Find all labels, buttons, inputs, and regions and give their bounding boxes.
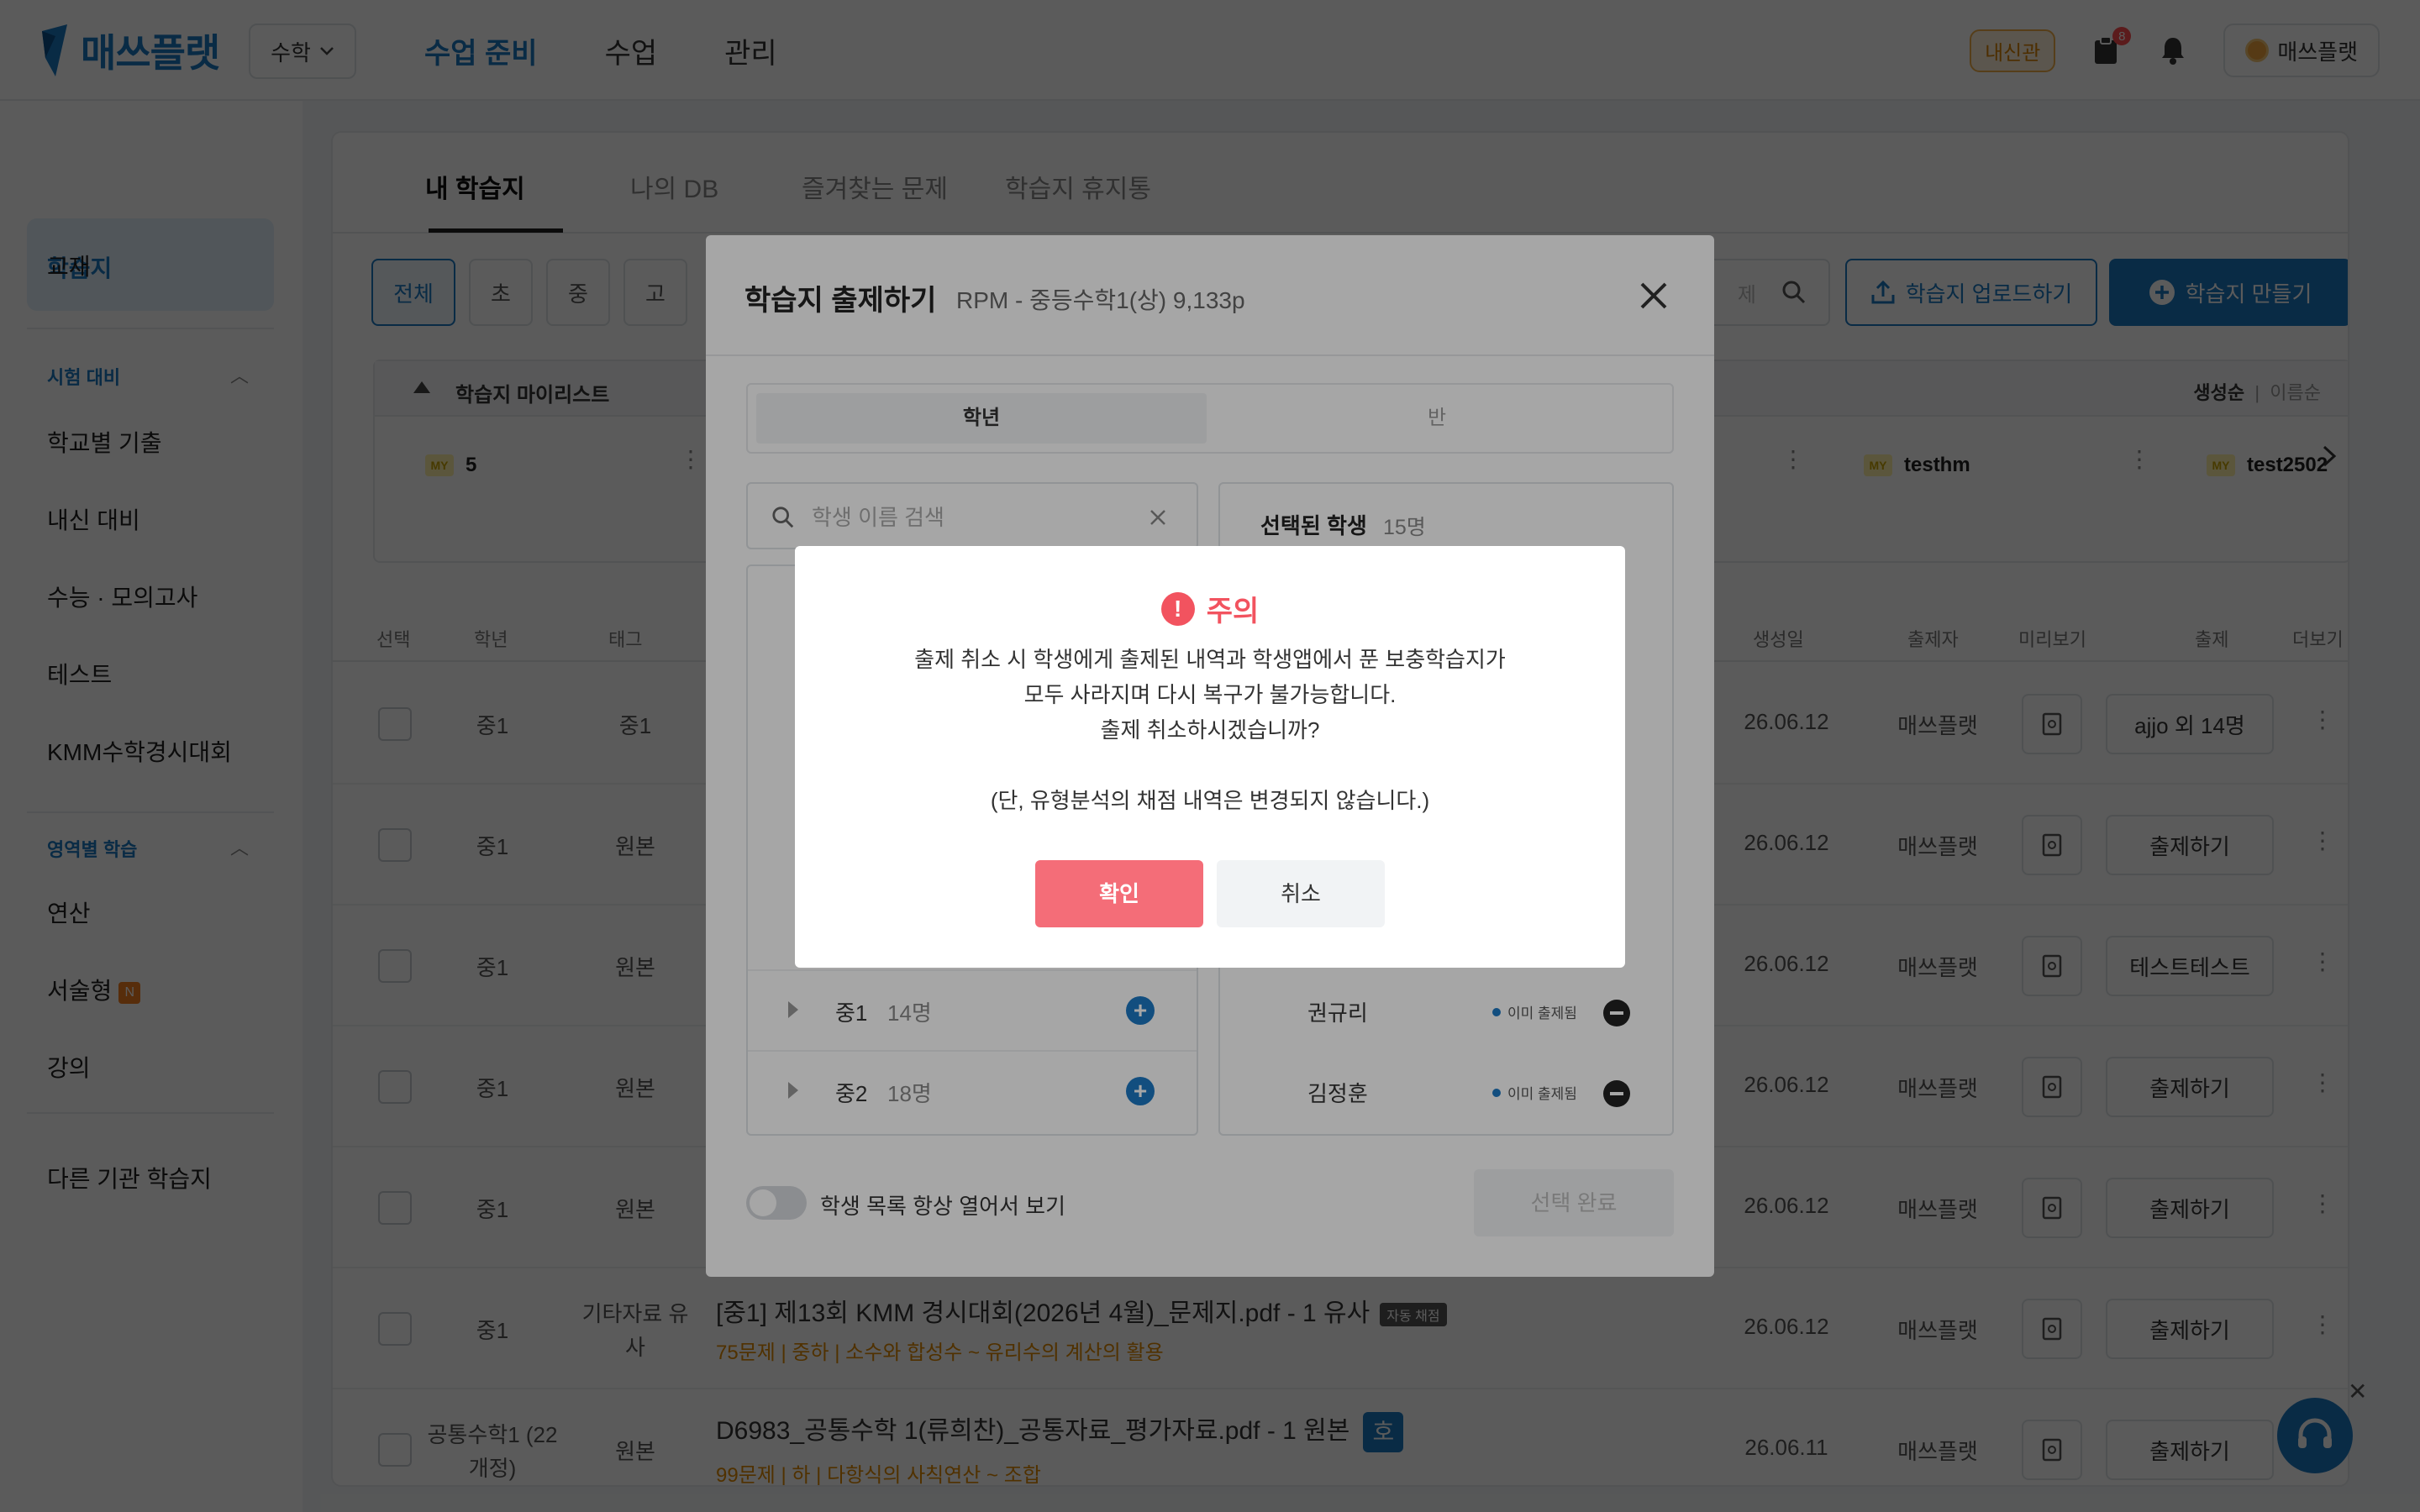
alert-line: 출제 취소 시 학생에게 출제된 내역과 학생앱에서 푼 보충학습지가 [914, 647, 1506, 672]
alert-header: ! 주의 [795, 588, 1625, 629]
cancel-warning-dialog: ! 주의 출제 취소 시 학생에게 출제된 내역과 학생앱에서 푼 보충학습지가… [795, 546, 1625, 968]
alert-line: 모두 사라지며 다시 복구가 불가능합니다. [1023, 682, 1397, 707]
alert-line: 출제 취소하시겠습니까? [1100, 717, 1320, 743]
alert-message: 출제 취소 시 학생에게 출제된 내역과 학생앱에서 푼 보충학습지가 모두 사… [795, 642, 1625, 818]
alert-spacer [795, 748, 1625, 783]
alert-line: (단, 유형분석의 채점 내역은 변경되지 않습니다.) [990, 788, 1430, 813]
confirm-button[interactable]: 확인 [1035, 860, 1203, 927]
cancel-button[interactable]: 취소 [1217, 860, 1385, 927]
alert-title: 주의 [1206, 596, 1260, 627]
warning-icon: ! [1160, 591, 1195, 626]
